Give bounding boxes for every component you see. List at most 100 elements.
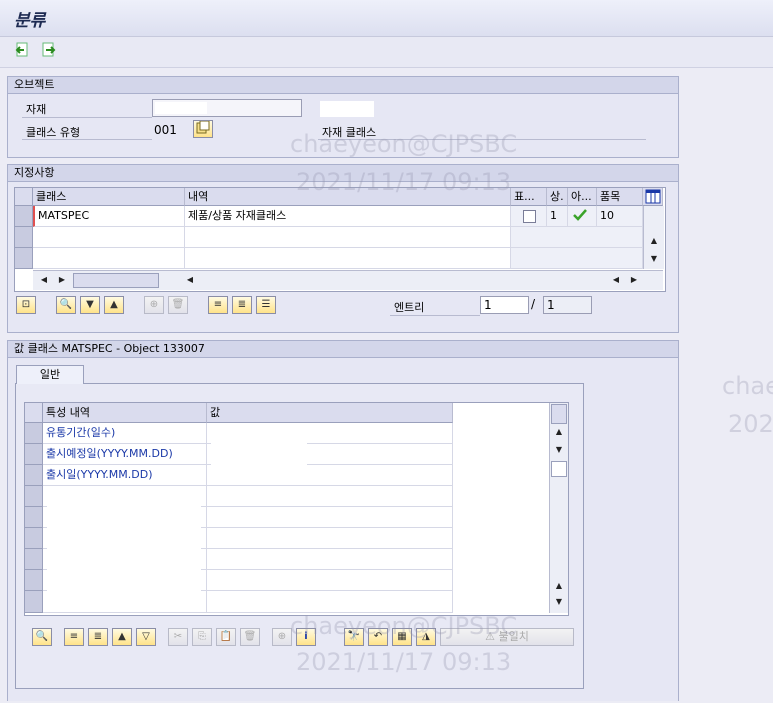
scroll-down-end-icon[interactable]: ▼ — [552, 597, 566, 606]
material-class-label: 자재 클래스 — [322, 126, 377, 139]
window-title: 분류 — [14, 11, 46, 31]
inconsistent-button[interactable]: ⚠ 불일치 — [440, 628, 574, 646]
scroll-up-icon[interactable]: ▲ — [552, 427, 566, 436]
paste-icon[interactable]: 📋 — [216, 628, 236, 646]
scroll-right-icon[interactable]: ▶ — [55, 275, 69, 284]
watermark-user-partial: chae — [722, 372, 773, 400]
next-object-icon[interactable] — [40, 42, 58, 60]
entry-total: 1 — [543, 296, 592, 314]
sort-ascending-icon[interactable]: ▲ — [104, 296, 124, 314]
insert-row-icon[interactable]: ⊕ — [272, 628, 292, 646]
horizontal-scrollbar[interactable]: ◀ ▶ ◀ ◀ ▶ — [33, 270, 663, 290]
cut-icon[interactable]: ✂ — [168, 628, 188, 646]
select-all-icon[interactable]: ≡ — [64, 628, 84, 646]
col-characteristic[interactable]: 특성 내역 — [43, 403, 207, 423]
tab-general[interactable]: 일반 — [16, 365, 84, 384]
insert-row-icon[interactable]: ⊕ — [144, 296, 164, 314]
check-icon — [568, 206, 597, 227]
sort-descending-icon[interactable]: ▼ — [80, 296, 100, 314]
copy-icon[interactable]: ⎘ — [192, 628, 212, 646]
row-selector[interactable] — [25, 486, 43, 507]
table-row: 유통기간(일수) — [43, 423, 207, 444]
row-selector[interactable] — [25, 465, 43, 486]
assignment-group-title: 지정사항 — [8, 165, 678, 182]
row-selector[interactable] — [25, 549, 43, 570]
row-selector[interactable] — [25, 444, 43, 465]
table-cell-class[interactable]: MATSPEC — [33, 206, 185, 227]
row-selector[interactable] — [25, 423, 43, 444]
warning-icon: ⚠ — [485, 630, 495, 643]
vertical-scrollbar[interactable]: ▲ ▼ ▲ ▼ — [549, 403, 568, 613]
select-all-icon[interactable]: ≡ — [208, 296, 228, 314]
redacted-values — [211, 427, 307, 483]
deselect-all-icon[interactable]: ☰ — [256, 296, 276, 314]
scroll-up-icon[interactable]: ▲ — [647, 236, 661, 245]
row-selector[interactable] — [15, 248, 33, 269]
scroll-thumb[interactable] — [551, 461, 567, 477]
filter-icon[interactable]: ▽ — [136, 628, 156, 646]
col-item[interactable]: 품목 — [597, 188, 643, 206]
table-cell-standard[interactable] — [511, 206, 547, 227]
select-block-icon[interactable]: ≣ — [88, 628, 108, 646]
tab-panel: 특성 내역 값 유통기간(일수) 출시예정일(YYYY.MM.DD) 출시일(Y… — [15, 383, 584, 689]
row-selector[interactable] — [15, 227, 33, 248]
class-type-value: 001 — [154, 123, 177, 137]
row-selector[interactable] — [25, 570, 43, 591]
redacted-characteristics — [47, 489, 201, 611]
col-class[interactable]: 클래스 — [33, 188, 185, 206]
previous-object-icon[interactable] — [14, 42, 32, 60]
entry-label: 엔트리 — [394, 301, 425, 314]
table-cell-status: 1 — [547, 206, 568, 227]
watermark-year-partial: 202 — [728, 410, 773, 438]
col-status[interactable]: 상. — [547, 188, 568, 206]
title-bar: 분류 — [0, 0, 773, 37]
col-value[interactable]: 값 — [207, 403, 453, 423]
table-settings-icon[interactable]: ▦ — [392, 628, 412, 646]
row-selector[interactable] — [25, 528, 43, 549]
row-selector[interactable] — [15, 206, 33, 227]
row-selector[interactable] — [25, 591, 43, 613]
info-icon[interactable]: i — [296, 628, 316, 646]
undo-icon[interactable]: ↶ — [368, 628, 388, 646]
find-icon[interactable]: 🔍 — [32, 628, 52, 646]
select-block-icon[interactable]: ≣ — [232, 296, 252, 314]
table-cell-description: 제품/상품 자재클래스 — [185, 206, 511, 227]
material-description — [320, 101, 374, 117]
sort-ascending-icon[interactable]: ▲ — [112, 628, 132, 646]
table-cell-item: 10 — [597, 206, 643, 227]
scroll-down-icon[interactable]: ▼ — [552, 445, 566, 454]
col-standard[interactable]: 표... — [511, 188, 547, 206]
col-recommended[interactable]: 아... — [568, 188, 597, 206]
scroll-thumb[interactable] — [73, 273, 159, 288]
scroll-left-icon[interactable]: ◀ — [37, 275, 51, 284]
delete-row-icon[interactable]: 🗑 — [168, 296, 188, 314]
scroll-down-icon[interactable]: ▼ — [647, 254, 661, 263]
delete-icon[interactable]: 🗑 — [240, 628, 260, 646]
chart-icon[interactable]: ◮ — [416, 628, 436, 646]
values-group-title: 값 클래스 MATSPEC - Object 133007 — [8, 341, 678, 358]
application-toolbar — [0, 37, 773, 68]
material-label: 자재 — [26, 103, 47, 116]
binoculars-icon[interactable]: 🔭 — [344, 628, 364, 646]
col-description[interactable]: 내역 — [185, 188, 511, 206]
object-group-title: 오브젝트 — [8, 77, 678, 94]
entry-input[interactable]: 1 — [480, 296, 529, 314]
standard-class-checkbox[interactable] — [523, 210, 536, 223]
scroll-left-end-icon[interactable]: ◀ — [609, 275, 623, 284]
vertical-scrollbar[interactable]: ▲ ▼ — [643, 206, 664, 269]
column-settings-icon[interactable] — [643, 188, 663, 206]
table-row: 출시예정일(YYYY.MM.DD) — [43, 444, 207, 465]
details-icon[interactable]: ⊡ — [16, 296, 36, 314]
assignment-group: 지정사항 클래스 내역 표... 상. 아... 품목 MATSPEC 제품/상… — [7, 164, 679, 333]
scroll-right-end-icon[interactable]: ▶ — [627, 275, 641, 284]
characteristics-table: 특성 내역 값 유통기간(일수) 출시예정일(YYYY.MM.DD) 출시일(Y… — [24, 402, 569, 616]
object-group: 오브젝트 자재 클래스 유형 001 자재 클래스 — [7, 76, 679, 158]
find-icon[interactable]: 🔍 — [56, 296, 76, 314]
entry-separator: / — [531, 297, 536, 311]
material-input[interactable] — [152, 99, 302, 117]
class-type-search-icon[interactable] — [193, 120, 213, 138]
table-row: 출시일(YYYY.MM.DD) — [43, 465, 207, 486]
row-selector[interactable] — [25, 507, 43, 528]
scroll-up-end-icon[interactable]: ▲ — [552, 581, 566, 590]
assignment-table: 클래스 내역 표... 상. 아... 품목 MATSPEC 제품/상품 자재클… — [14, 187, 666, 292]
